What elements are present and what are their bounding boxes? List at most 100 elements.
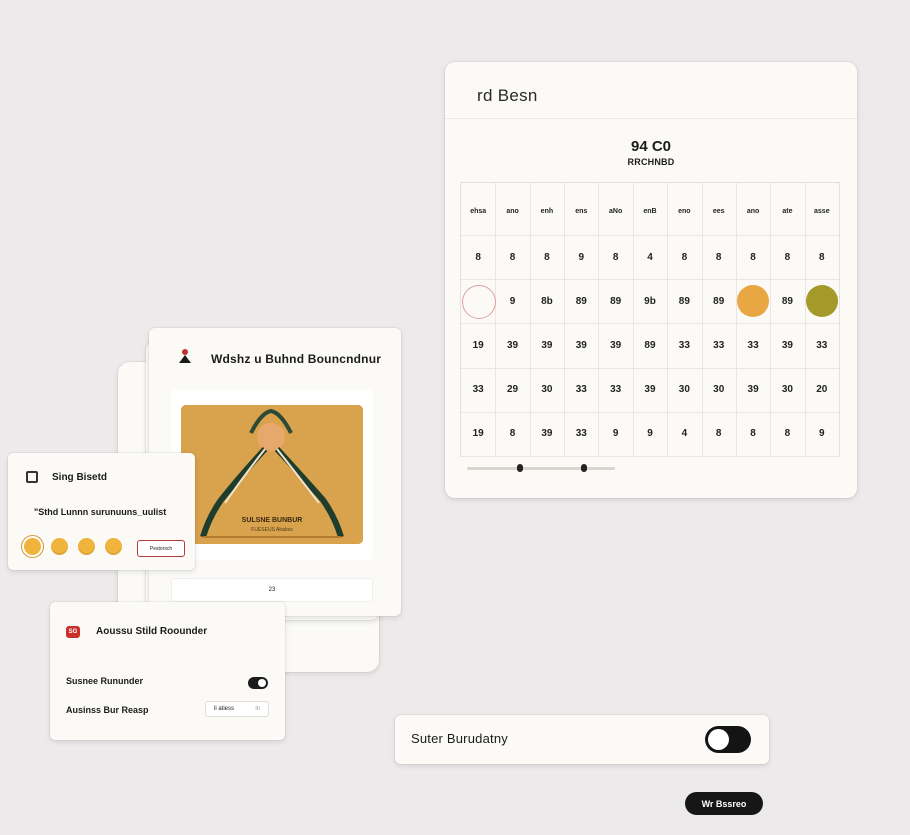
calendar-day-cell[interactable]: 8: [736, 412, 770, 456]
settings-row2-label: Ausinss Bur Reasp: [66, 705, 149, 715]
rating-option-2[interactable]: [51, 538, 68, 555]
calendar-day-cell[interactable]: 8: [702, 235, 736, 279]
calendar-day-cell[interactable]: 30: [702, 368, 736, 412]
rating-card: Sing Bisetd "Sthd Lunnn surunuuns_uulist…: [8, 453, 195, 570]
calendar-subtitle: RRCHNBD: [627, 157, 675, 167]
calendar-day-cell[interactable]: 39: [530, 412, 564, 456]
artwork-caption-sub: FUESEUS Alrabss: [251, 527, 293, 533]
settings-input-value: li atiess: [214, 706, 235, 712]
calendar-day-cell[interactable]: 89: [564, 279, 598, 323]
calendar-scrubber[interactable]: [467, 464, 615, 472]
toggle-bar: Suter Burudatny: [395, 715, 769, 764]
toggle-bar-label: Suter Burudatny: [411, 731, 508, 746]
artwork-title: Wdshz u Buhnd Bouncndnur: [211, 352, 382, 366]
weekday-header: aNo: [609, 207, 623, 215]
artwork-caption: SULSNE BUNBUR: [241, 517, 303, 524]
calendar-day-cell[interactable]: 30: [530, 368, 564, 412]
calendar-time: 94 C0: [630, 138, 672, 155]
weekday-header: ehsa: [470, 207, 487, 215]
rating-options: [24, 538, 122, 555]
weekday-header: ees: [712, 207, 725, 215]
weekday-header: ate: [782, 207, 793, 215]
settings-card: SG Aoussu Stild Roounder Susnee Rununder…: [50, 602, 285, 740]
calendar-day-cell[interactable]: 8: [598, 235, 632, 279]
weekday-header: ano: [506, 207, 519, 215]
calendar-day-cell[interactable]: 33: [564, 368, 598, 412]
calendar-grid: ehsa ano enh ens aNo enB eno ees ano ate asse 8 8 8 9 8…: [460, 182, 840, 457]
toggle-bar-switch[interactable]: [705, 726, 751, 753]
calendar-day-cell[interactable]: 20: [805, 368, 839, 412]
calendar-day-cell[interactable]: 89: [633, 323, 667, 367]
calendar-day-cell[interactable]: 29: [495, 368, 529, 412]
calendar-day-cell[interactable]: 8: [530, 235, 564, 279]
calendar-day-cell[interactable]: 8: [736, 235, 770, 279]
calendar-day-cell[interactable]: 33: [564, 412, 598, 456]
rating-submit-button[interactable]: Pestorsch: [137, 540, 185, 557]
calendar-day-cell[interactable]: 4: [633, 235, 667, 279]
weekday-header: asse: [814, 207, 830, 215]
calendar-day-cell[interactable]: 30: [667, 368, 701, 412]
scrubber-handle-start[interactable]: [517, 464, 523, 472]
calendar-day-cell[interactable]: 39: [633, 368, 667, 412]
calendar-day-cell[interactable]: 39: [564, 323, 598, 367]
settings-row1-toggle[interactable]: [248, 677, 268, 689]
rating-title: Sing Bisetd: [52, 472, 108, 483]
calendar-day-cell[interactable]: 9: [564, 235, 598, 279]
calendar-day-cell[interactable]: 89: [770, 279, 804, 323]
calendar-day-cell[interactable]: 9: [598, 412, 632, 456]
calendar-day-cell[interactable]: 8: [702, 412, 736, 456]
calendar-day-cell[interactable]: 9b: [633, 279, 667, 323]
calendar-title: rd Besn: [477, 86, 538, 105]
calendar-day-cell[interactable]: 8: [805, 235, 839, 279]
calendar-day-cell[interactable]: 9: [633, 412, 667, 456]
rating-option-1[interactable]: [24, 538, 41, 555]
calendar-day-cell[interactable]: 8: [770, 412, 804, 456]
calendar-day-cell[interactable]: 39: [495, 323, 529, 367]
calendar-day-cell[interactable]: 33: [805, 323, 839, 367]
settings-input-suffix: ln: [255, 706, 260, 712]
calendar-header: rd Besn: [445, 62, 857, 119]
calendar-day-cell[interactable]: 89: [667, 279, 701, 323]
artwork-image[interactable]: SULSNE BUNBUR FUESEUS Alrabss: [181, 405, 363, 544]
calendar-day-cell[interactable]: 33: [736, 323, 770, 367]
calendar-day-cell[interactable]: 33: [702, 323, 736, 367]
calendar-day-cell[interactable]: 8: [495, 235, 529, 279]
calendar-day-cell[interactable]: 19: [461, 412, 495, 456]
calendar-day-cell[interactable]: 8b: [530, 279, 564, 323]
calendar-day-cell[interactable]: 39: [770, 323, 804, 367]
settings-title: Aoussu Stild Roounder: [96, 626, 208, 637]
calendar-day-cell[interactable]: 33: [667, 323, 701, 367]
calendar-day-cell[interactable]: 8: [495, 412, 529, 456]
document-icon: [26, 471, 38, 483]
calendar-day-cell[interactable]: 9: [805, 412, 839, 456]
calendar-day-cell[interactable]: 9: [495, 279, 529, 323]
calendar-day-cell[interactable]: 8: [770, 235, 804, 279]
rating-option-4[interactable]: [105, 538, 122, 555]
weekday-header: enh: [540, 207, 554, 215]
artwork-frame: SULSNE BUNBUR FUESEUS Alrabss: [171, 390, 373, 560]
action-pill-button[interactable]: Wr Bssreo: [685, 792, 763, 815]
calendar-event-marker[interactable]: [805, 285, 838, 318]
settings-row1-label: Susnee Rununder: [66, 676, 144, 686]
calendar-day-cell[interactable]: 33: [461, 368, 495, 412]
calendar-day-cell[interactable]: 39: [598, 323, 632, 367]
calendar-day-cell[interactable]: 19: [461, 323, 495, 367]
calendar-day-cell[interactable]: 30: [770, 368, 804, 412]
weekday-header: ens: [575, 207, 588, 215]
calendar-day-cell[interactable]: 39: [736, 368, 770, 412]
settings-row2-input[interactable]: li atiess ln: [205, 701, 269, 717]
calendar-day-cell[interactable]: 89: [598, 279, 632, 323]
calendar-day-cell[interactable]: 8: [461, 235, 495, 279]
person-logo-icon: [179, 349, 191, 363]
calendar-day-cell[interactable]: 33: [598, 368, 632, 412]
calendar-day-cell[interactable]: 8: [667, 235, 701, 279]
calendar-day-cell[interactable]: 4: [667, 412, 701, 456]
calendar-day-cell[interactable]: 39: [530, 323, 564, 367]
calendar-card: rd Besn 94 C0 RRCHNBD ehsa ano enh ens aNo en…: [445, 62, 857, 498]
calendar-day-cell[interactable]: 89: [702, 279, 736, 323]
rating-subtitle: "Sthd Lunnn surunuuns_uulist: [34, 507, 167, 517]
weekday-header: ano: [746, 207, 760, 215]
scrubber-handle-end[interactable]: [581, 464, 587, 472]
grid-line-horizontal: [461, 456, 839, 457]
rating-option-3[interactable]: [78, 538, 95, 555]
